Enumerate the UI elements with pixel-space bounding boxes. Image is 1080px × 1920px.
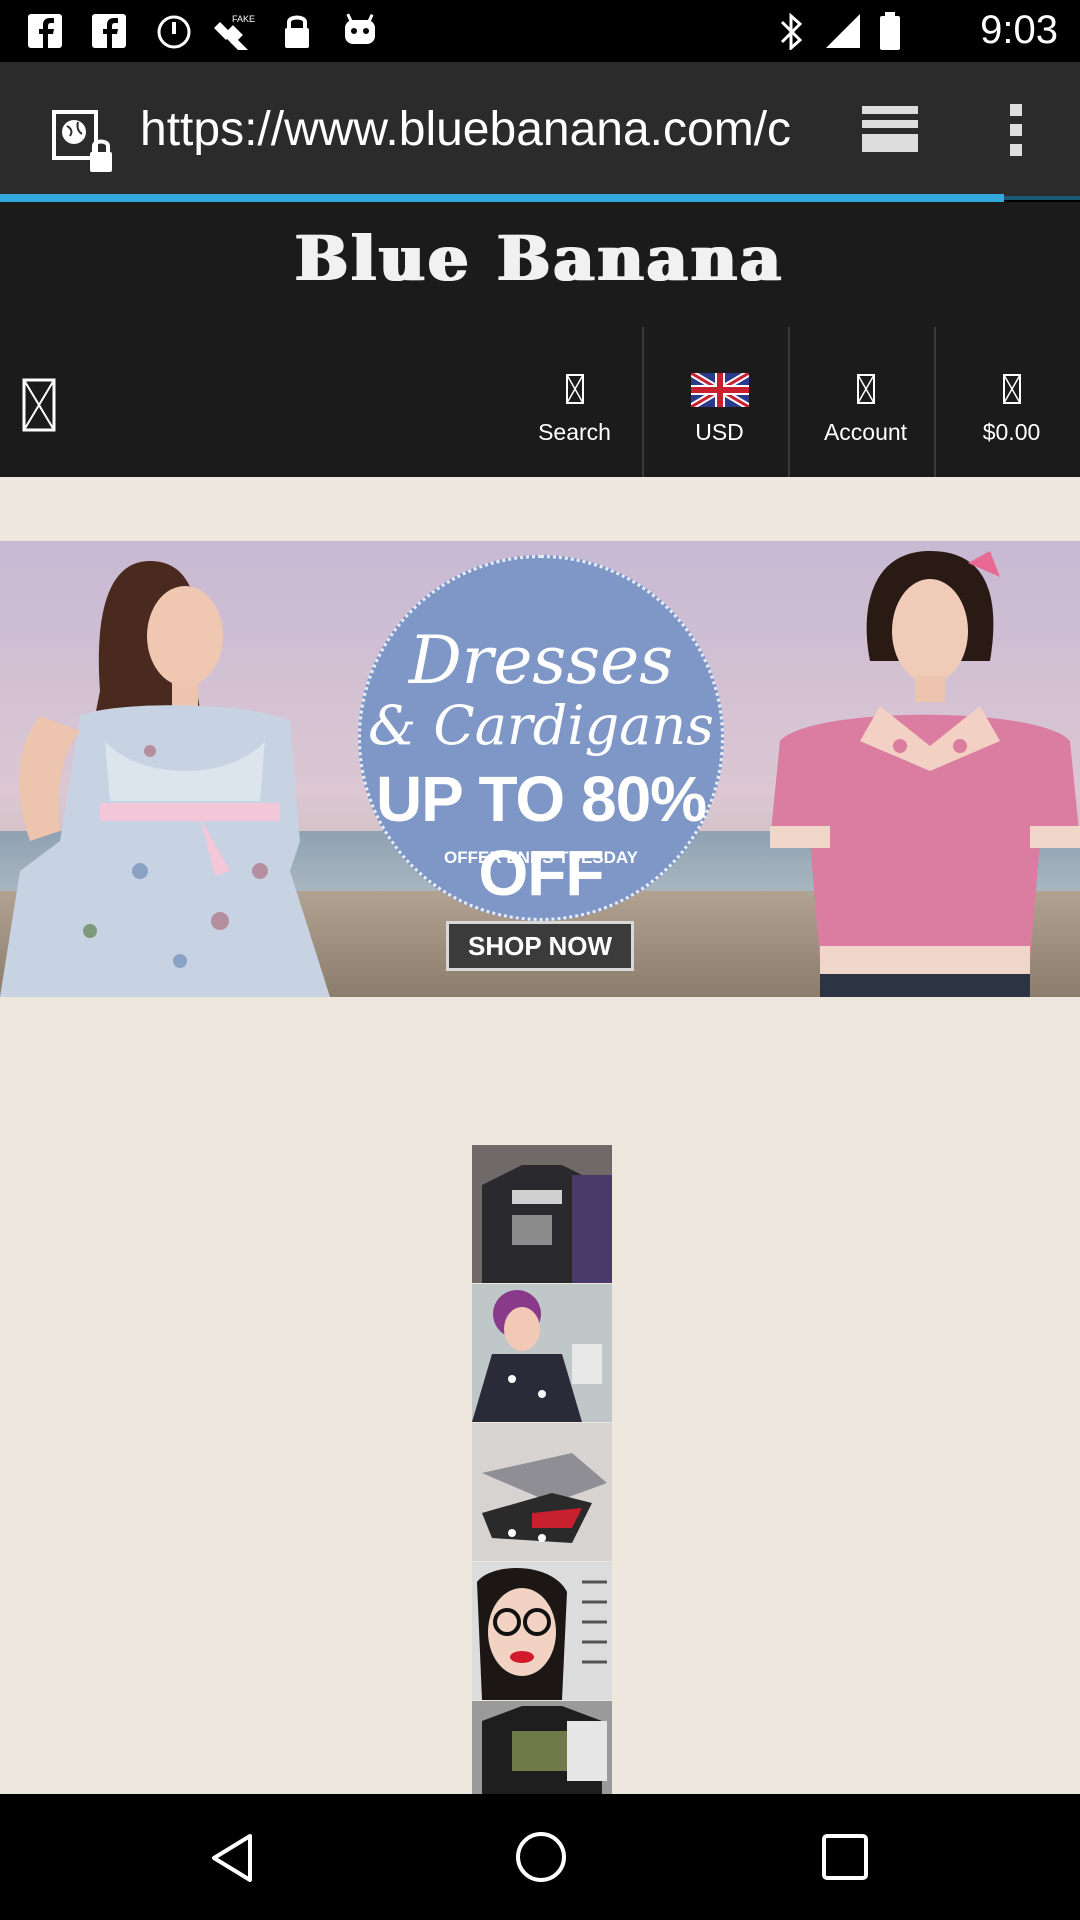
fake-gps-icon: FAKE [214, 14, 255, 50]
nav-cart[interactable]: $0.00 [939, 327, 1080, 477]
browser-toolbar: https://www.bluebanana.com/c [0, 62, 1080, 198]
thumbnail-accessories[interactable] [472, 1562, 612, 1700]
cart-icon [1002, 374, 1021, 404]
recents-icon[interactable] [820, 1832, 870, 1882]
account-icon [856, 374, 875, 404]
home-icon[interactable] [514, 1830, 568, 1884]
system-nav-bar [0, 1794, 1080, 1920]
alarm-icon [157, 15, 191, 49]
facebook-icon [92, 14, 126, 48]
nav-search-label: Search [538, 419, 611, 445]
page-load-progress [0, 194, 1005, 202]
battery-icon [880, 12, 900, 50]
android-icon [345, 13, 375, 44]
tabs-switcher-icon[interactable] [860, 104, 922, 156]
overflow-menu-icon[interactable] [1006, 102, 1026, 162]
lock-icon [285, 15, 309, 48]
site-header: Blue Banana Search USD Account $0.00 [0, 202, 1080, 477]
promo-title: Dresses [408, 622, 674, 699]
menu-icon[interactable] [22, 378, 56, 432]
model-dress-image [0, 561, 330, 997]
promo-discount: UP TO 80% OFF [375, 763, 707, 909]
svg-text:FAKE: FAKE [232, 14, 255, 24]
promo-subtitle: & Cardigans [368, 694, 714, 757]
promo-banner[interactable]: Dresses & Cardigans UP TO 80% OFF OFFER … [0, 541, 1080, 997]
nav-account[interactable]: Account [793, 327, 938, 477]
thumbnail-shoes[interactable] [472, 1423, 612, 1561]
model-cardigan-image [770, 551, 1080, 997]
thumbnail-graphic-tee[interactable] [472, 1701, 612, 1796]
clock: 9:03 [980, 8, 1058, 52]
promo-offer-note: OFFER ENDS TUESDAY [444, 848, 638, 867]
promo-badge: Dresses & Cardigans UP TO 80% OFF OFFER … [358, 555, 724, 921]
url-bar[interactable]: https://www.bluebanana.com/c [140, 102, 810, 157]
nav-currency-label: USD [695, 419, 744, 445]
site-logo[interactable]: Blue Banana [0, 222, 1080, 295]
thumbnail-tshirt[interactable] [472, 1145, 612, 1283]
bluetooth-icon [780, 12, 803, 50]
status-bar: FAKE 9:03 [0, 0, 1080, 62]
signal-icon [826, 14, 860, 48]
page-content: Dresses & Cardigans UP TO 80% OFF OFFER … [0, 477, 1080, 1797]
shop-now-button[interactable]: SHOP NOW [446, 921, 634, 971]
nav-account-label: Account [823, 419, 908, 445]
search-icon [565, 374, 584, 404]
nav-search[interactable]: Search [502, 327, 647, 477]
page-load-progress-track [1004, 196, 1080, 200]
category-thumbnails [472, 1145, 612, 1797]
site-info-lock-icon[interactable] [50, 108, 122, 174]
nav-currency[interactable]: USD [647, 327, 792, 477]
nav-cart-label: $0.00 [982, 419, 1041, 445]
facebook-icon [28, 14, 62, 48]
thumbnail-pinup[interactable] [472, 1284, 612, 1422]
uk-flag-icon [690, 373, 749, 407]
back-icon[interactable] [208, 1832, 256, 1884]
